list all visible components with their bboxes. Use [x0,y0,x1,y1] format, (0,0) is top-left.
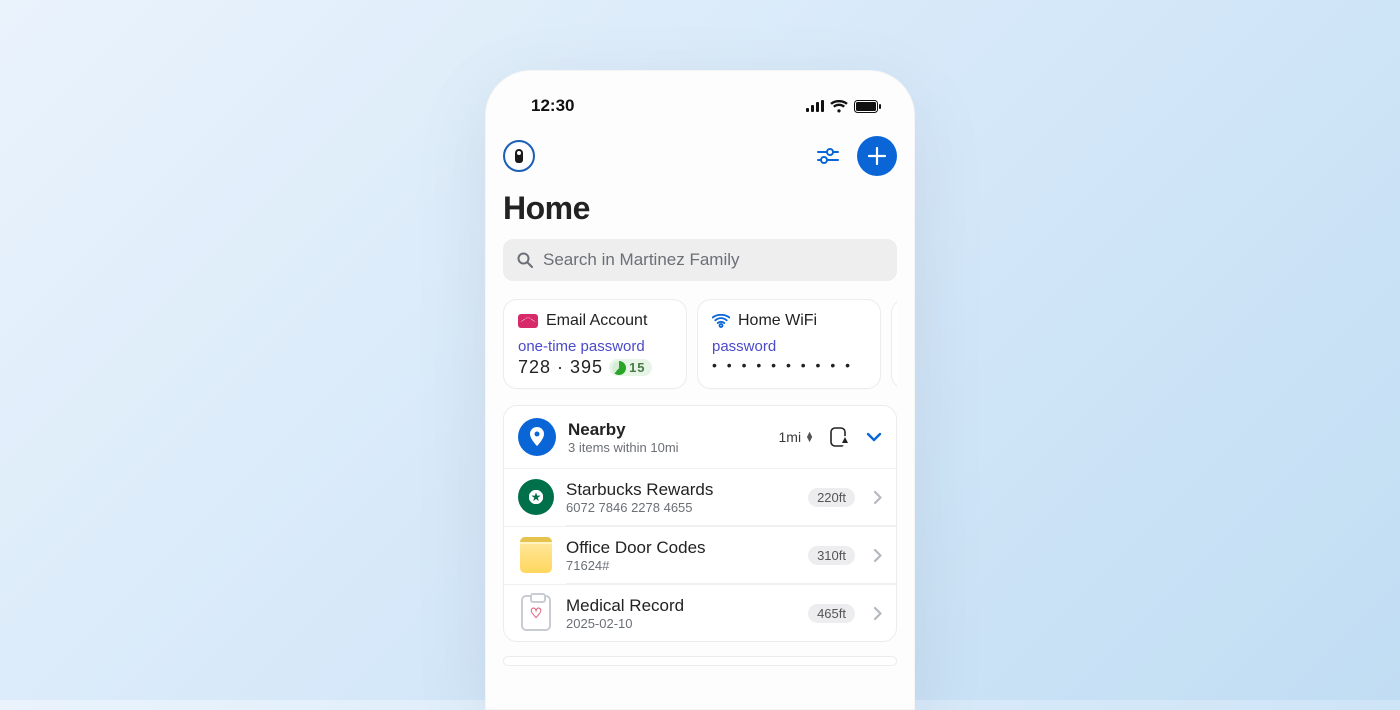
item-subtitle: 2025-02-10 [566,616,796,631]
location-refresh-button[interactable] [830,427,850,447]
quick-card-title: Home WiFi [738,312,817,330]
chevron-down-icon [866,432,882,442]
top-bar [503,122,897,186]
quick-card-value: • • • • • • • • • • [712,357,866,373]
nearby-title: Nearby [568,420,767,440]
battery-icon [854,100,881,113]
chevron-right-icon [873,606,882,621]
nearby-item[interactable]: Office Door Codes 71624# 310ft [504,526,896,583]
location-icon [518,418,556,456]
app-area: Home Search in Martinez Family Email Acc… [485,122,915,666]
distance-badge: 310ft [808,546,855,565]
collapse-button[interactable] [866,432,882,442]
status-icons [806,100,881,113]
add-button[interactable] [857,136,897,176]
quick-card-email[interactable]: Email Account one-time password 728 · 39… [503,299,687,389]
phone-frame: 12:30 [485,70,915,710]
nearby-subtitle: 3 items within 10mi [568,440,767,455]
quick-card-wifi[interactable]: Home WiFi password • • • • • • • • • • [697,299,881,389]
distance-badge: 220ft [808,488,855,507]
status-time: 12:30 [531,96,574,116]
distance-badge: 465ft [808,604,855,623]
totp-countdown: 15 [609,359,651,376]
nearby-item[interactable]: Starbucks Rewards 6072 7846 2278 4655 22… [504,468,896,525]
quick-card-field-label: one-time password [518,338,672,355]
filter-button[interactable] [817,147,839,165]
wifi-icon [712,314,730,328]
quick-cards: Email Account one-time password 728 · 39… [503,299,897,391]
wifi-icon [830,100,848,113]
nearby-item[interactable]: Medical Record 2025-02-10 465ft [504,584,896,641]
nearby-radius-selector[interactable]: 1mi ▲▼ [779,429,814,445]
search-input[interactable]: Search in Martinez Family [503,239,897,281]
sliders-icon [817,147,839,165]
quick-card-value: 728 · 395 [518,357,603,378]
starbucks-icon [518,479,554,515]
mail-icon [518,314,538,328]
item-title: Medical Record [566,596,796,616]
quick-card-partial[interactable]: I num 07H [891,299,897,389]
item-subtitle: 6072 7846 2278 4655 [566,500,796,515]
item-subtitle: 71624# [566,558,796,573]
quick-card-field-label: password [712,338,866,355]
nearby-header[interactable]: Nearby 3 items within 10mi 1mi ▲▼ [504,406,896,468]
plus-icon [868,147,886,165]
location-arrow-icon [830,427,850,447]
app-logo-icon[interactable] [503,140,535,172]
status-bar: 12:30 [485,90,915,122]
stepper-icon: ▲▼ [805,432,814,442]
note-icon [518,537,554,573]
medical-icon [518,595,554,631]
nearby-panel: Nearby 3 items within 10mi 1mi ▲▼ [503,405,897,642]
next-panel-peek [503,656,897,666]
totp-ring-icon [612,361,626,375]
cellular-icon [806,100,824,112]
chevron-right-icon [873,548,882,563]
page-title: Home [503,186,897,239]
quick-card-title: Email Account [546,312,647,330]
search-icon [517,252,533,268]
item-title: Starbucks Rewards [566,480,796,500]
chevron-right-icon [873,490,882,505]
item-title: Office Door Codes [566,538,796,558]
search-placeholder: Search in Martinez Family [543,250,740,270]
